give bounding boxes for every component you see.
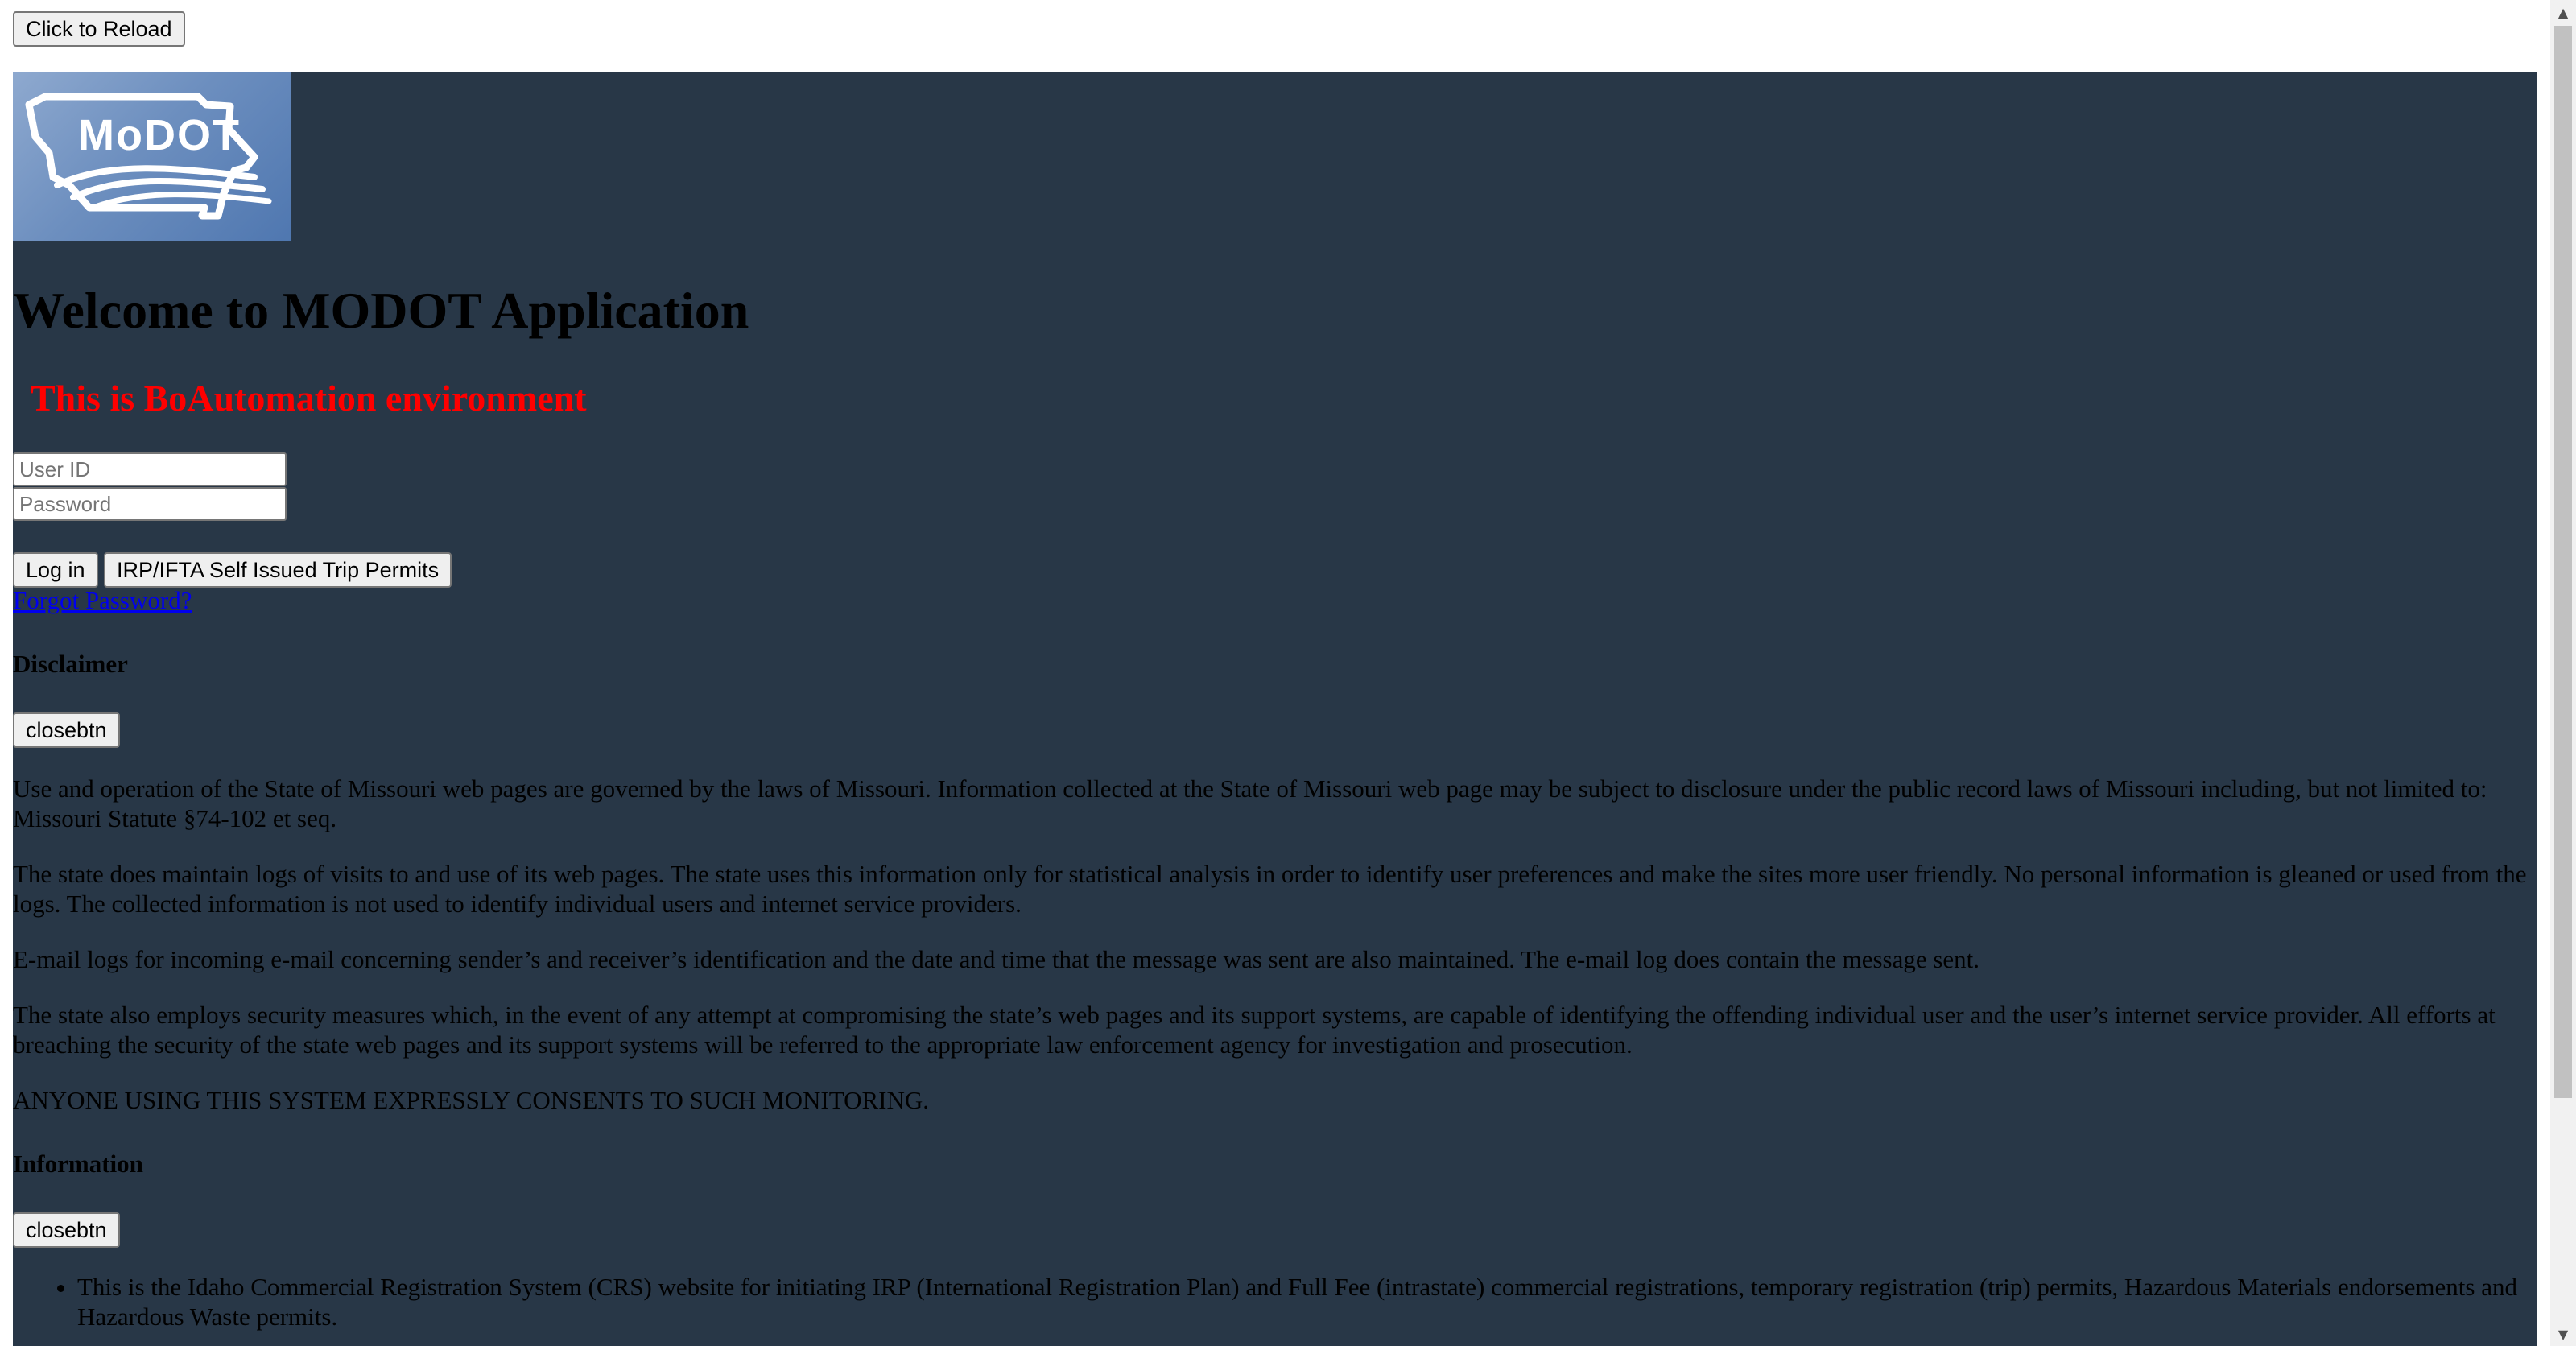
disclaimer-paragraph: Use and operation of the State of Missou… (13, 774, 2487, 832)
disclaimer-heading: Disclaimer (13, 650, 128, 678)
disclaimer-paragraph: ANYONE USING THIS SYSTEM EXPRESSLY CONSE… (13, 1086, 929, 1114)
login-button[interactable]: Log in (13, 552, 98, 588)
modot-logo: MoDOT (13, 72, 291, 241)
scrollbar-thumb[interactable] (2554, 26, 2572, 1098)
disclaimer-close-button[interactable]: closebtn (13, 712, 120, 748)
forgot-password-link[interactable]: Forgot Password? (13, 584, 192, 617)
list-item: This is the Idaho Commercial Registratio… (77, 1272, 2537, 1332)
information-heading: Information (13, 1150, 143, 1178)
user-id-input[interactable] (13, 452, 287, 486)
reload-button[interactable]: Click to Reload (13, 11, 185, 47)
disclaimer-paragraph: E-mail logs for incoming e-mail concerni… (13, 945, 1980, 973)
information-list: This is the Idaho Commercial Registratio… (13, 1272, 2537, 1332)
logo-text: MoDOT (78, 111, 241, 159)
modot-logo-graphic: MoDOT (25, 93, 272, 220)
page-scrollbar[interactable]: ▲ ▼ (2550, 0, 2576, 1346)
disclaimer-paragraph: The state also employs security measures… (13, 1001, 2496, 1059)
information-close-button[interactable]: closebtn (13, 1212, 120, 1248)
page-title: Welcome to MODOT Application (13, 282, 749, 339)
password-input[interactable] (13, 487, 287, 521)
login-panel: MoDOT Welcome to MODOT Application This … (13, 72, 2537, 1346)
page-viewport: Click to Reload MoDOT Welcome to MODOT A… (0, 0, 2550, 1346)
environment-banner: This is BoAutomation environment (31, 378, 587, 419)
disclaimer-paragraph: The state does maintain logs of visits t… (13, 860, 2527, 918)
scroll-down-arrow-icon[interactable]: ▼ (2550, 1322, 2576, 1346)
trip-permits-button[interactable]: IRP/IFTA Self Issued Trip Permits (104, 552, 452, 588)
scroll-up-arrow-icon[interactable]: ▲ (2550, 0, 2576, 24)
